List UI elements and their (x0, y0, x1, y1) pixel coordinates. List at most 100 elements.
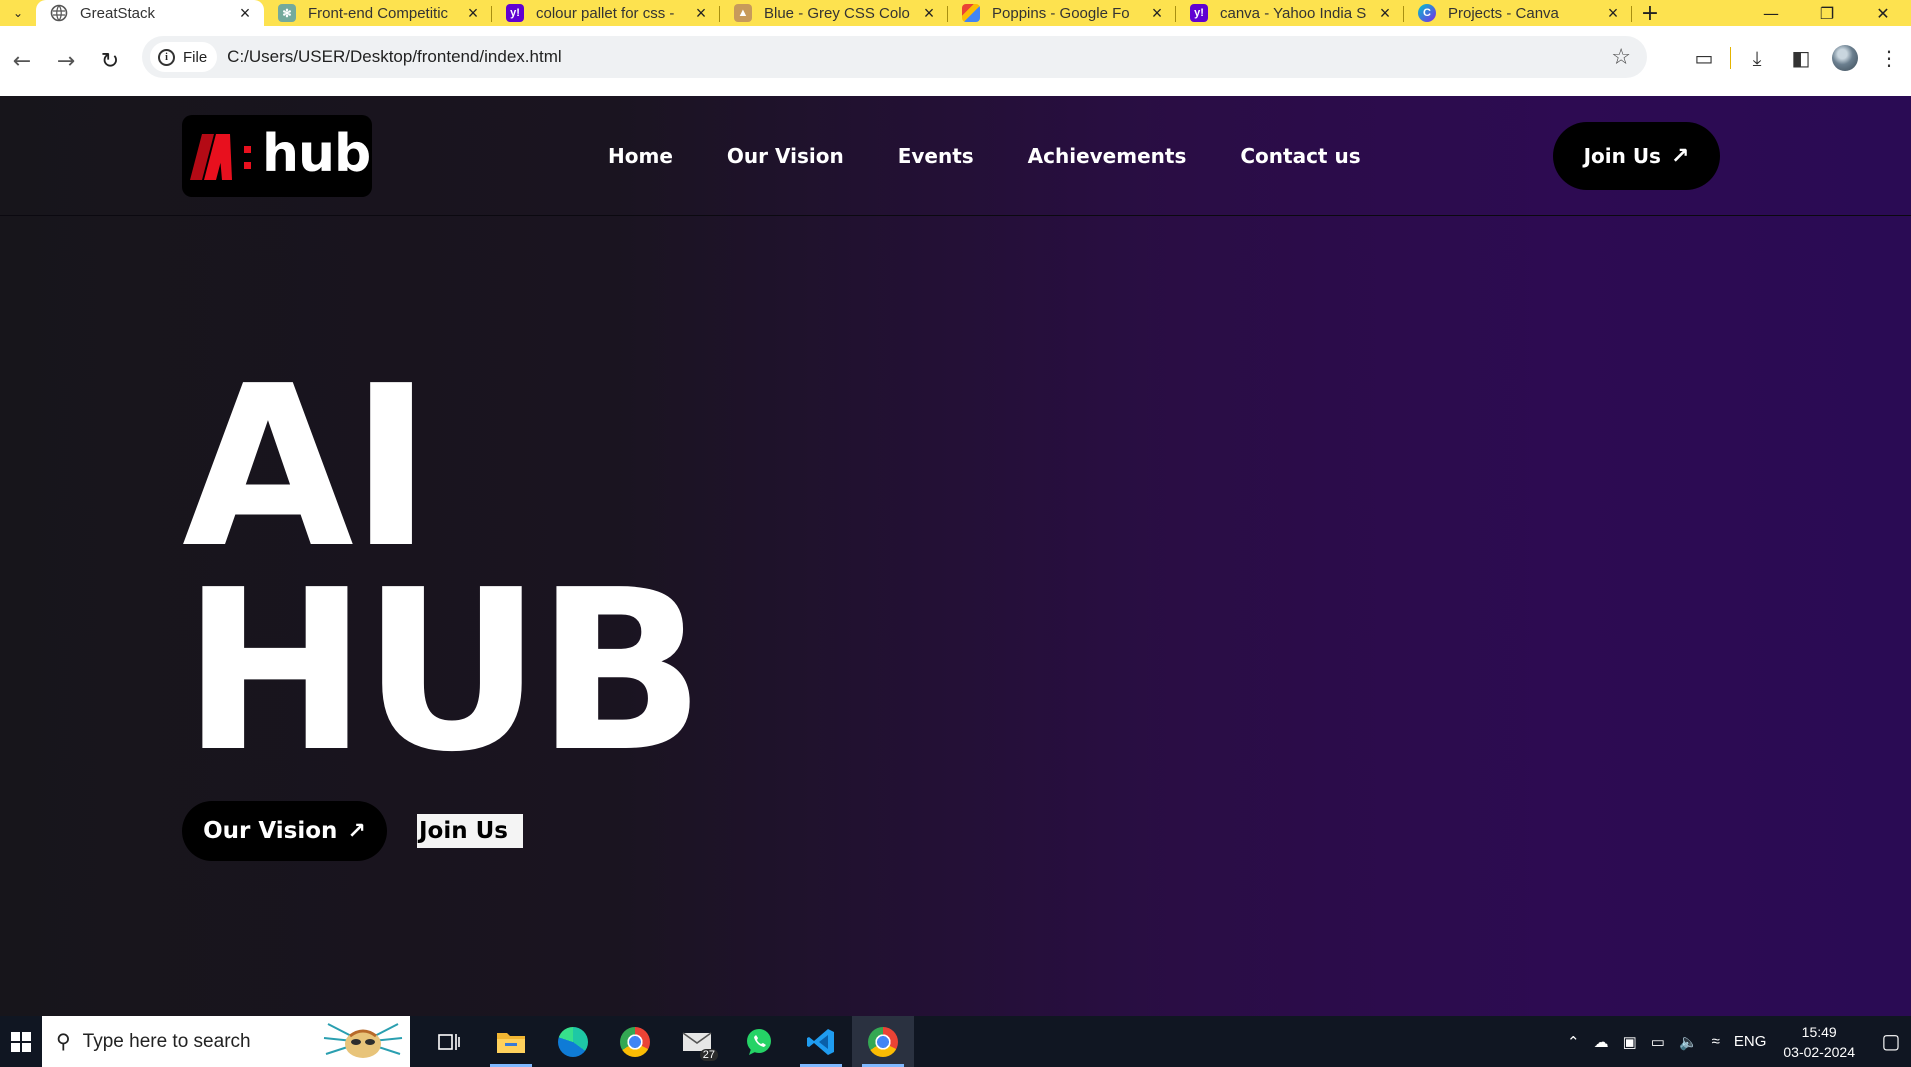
system-tray: ⌃ ☁ ▣ ▭ 🔈 ≈ ENG 15:49 03-02-2024 ▢ (1560, 1016, 1911, 1067)
nav-contact-us[interactable]: Contact us (1240, 144, 1360, 168)
tab-search-chevron-icon[interactable]: ⌄ (0, 0, 36, 26)
join-us-hero-button[interactable]: Join Us (417, 814, 523, 848)
volume-icon[interactable]: 🔈 (1679, 1033, 1698, 1051)
main-menu: Home Our Vision Events Achievements Cont… (608, 96, 1415, 216)
tab-projects-canva[interactable]: C Projects - Canva × (1404, 0, 1632, 26)
globe-icon (50, 4, 68, 22)
nav-events[interactable]: Events (898, 144, 974, 168)
close-tab-icon[interactable]: × (236, 3, 254, 24)
tab-colour-pallet[interactable]: y! colour pallet for css - × (492, 0, 720, 26)
nav-home[interactable]: Home (608, 144, 673, 168)
pinned-apps: 27 (418, 1016, 914, 1067)
windows-taskbar: ⚲ Type here to search 27 ⌃ ☁ ▣ ▭ 🔈 ≈ ENG… (0, 1016, 1911, 1067)
tab-blue-grey[interactable]: ▲ Blue - Grey CSS Colo × (720, 0, 948, 26)
nav-achievements[interactable]: Achievements (1028, 144, 1187, 168)
restore-icon[interactable]: ❐ (1799, 0, 1855, 26)
tab-title: GreatStack (80, 4, 156, 22)
windows-logo-icon (11, 1031, 31, 1052)
clock[interactable]: 15:49 03-02-2024 (1783, 1022, 1855, 1062)
close-tab-icon[interactable]: × (1148, 3, 1166, 24)
show-hidden-icons-chevron-icon[interactable]: ⌃ (1567, 1033, 1580, 1051)
minimize-icon[interactable]: — (1743, 0, 1799, 26)
close-tab-icon[interactable]: × (920, 3, 938, 24)
window-controls: — ❐ ✕ (1743, 0, 1911, 26)
close-tab-icon[interactable]: × (1376, 3, 1394, 24)
close-window-icon[interactable]: ✕ (1855, 0, 1911, 26)
tab-title: Projects - Canva (1448, 4, 1559, 22)
download-icon[interactable]: ⤓ (1735, 40, 1779, 76)
notifications-icon[interactable]: ▢ (1871, 1016, 1911, 1067)
profile-avatar[interactable] (1823, 40, 1867, 76)
toolbar-actions: ▭ ⤓ ◧ ⋮ (1682, 40, 1911, 76)
join-us-nav-button[interactable]: Join Us ↗ (1553, 122, 1720, 190)
search-highlight-mask-icon (323, 1023, 403, 1058)
join-us-label: Join Us (1583, 144, 1661, 168)
new-tab-button[interactable]: + (1632, 0, 1668, 26)
canva-icon: C (1418, 4, 1436, 22)
onedrive-cloud-icon[interactable]: ☁ (1594, 1033, 1609, 1051)
page-viewport: hub Home Our Vision Events Achievements … (0, 96, 1911, 1016)
yahoo-icon: y! (506, 4, 524, 22)
bookmark-star-icon[interactable]: ☆ (1611, 45, 1631, 70)
site-navbar: hub Home Our Vision Events Achievements … (0, 96, 1911, 216)
file-explorer-icon[interactable] (480, 1016, 542, 1067)
tab-title: Poppins - Google Fo (992, 4, 1130, 22)
battery-icon[interactable]: ▭ (1651, 1033, 1665, 1051)
forward-icon[interactable]: → (44, 39, 88, 83)
task-view-icon[interactable] (418, 1016, 480, 1067)
mail-icon[interactable]: 27 (666, 1016, 728, 1067)
tab-canva-yahoo[interactable]: y! canva - Yahoo India S × (1176, 0, 1404, 26)
language-indicator[interactable]: ENG (1734, 1033, 1767, 1050)
hero-line-1: AI (182, 339, 432, 597)
side-panel-icon[interactable]: ◧ (1779, 40, 1823, 76)
extensions-icon[interactable]: ▭ (1682, 40, 1726, 76)
security-shield-icon[interactable]: ▣ (1623, 1033, 1637, 1051)
info-icon: i (158, 48, 175, 66)
site-info-label: File (183, 48, 208, 66)
tab-title: colour pallet for css - (536, 4, 675, 22)
browser-toolbar: ← → ↻ i File C:/Users/USER/Desktop/front… (0, 26, 1911, 96)
nav-our-vision[interactable]: Our Vision (727, 144, 844, 168)
clock-time: 15:49 (1801, 1023, 1837, 1040)
tab-poppins[interactable]: Poppins - Google Fo × (948, 0, 1176, 26)
edge-icon[interactable] (542, 1016, 604, 1067)
chrome-icon[interactable] (604, 1016, 666, 1067)
wifi-icon[interactable]: ≈ (1712, 1033, 1720, 1050)
arrow-up-right-icon: ↗ (347, 818, 366, 844)
whatsapp-icon[interactable] (728, 1016, 790, 1067)
chatgpt-icon: ✻ (278, 4, 296, 22)
back-icon[interactable]: ← (0, 39, 44, 83)
logo-mark-icon (190, 134, 251, 180)
hero-line-2: HUB (182, 543, 705, 802)
close-tab-icon[interactable]: × (464, 3, 482, 24)
site-logo[interactable]: hub (182, 115, 372, 197)
close-tab-icon[interactable]: × (1604, 3, 1622, 24)
tab-title: Blue - Grey CSS Colo (764, 4, 910, 22)
mail-badge: 27 (699, 1049, 718, 1061)
google-fonts-icon (962, 4, 980, 22)
start-button[interactable] (0, 1016, 42, 1067)
site-info-chip[interactable]: i File (150, 42, 218, 72)
tab-title: Front-end Competitic (308, 4, 449, 22)
tab-greatstack[interactable]: GreatStack × (36, 0, 264, 26)
vscode-icon[interactable] (790, 1016, 852, 1067)
url-text[interactable]: C:/Users/USER/Desktop/frontend/index.htm… (227, 47, 561, 67)
tab-front-end[interactable]: ✻ Front-end Competitic × (264, 0, 492, 26)
our-vision-label: Our Vision (203, 818, 338, 844)
our-vision-button[interactable]: Our Vision ↗ (182, 801, 387, 861)
address-bar[interactable]: i File C:/Users/USER/Desktop/frontend/in… (142, 36, 1647, 78)
taskbar-search[interactable]: ⚲ Type here to search (42, 1016, 410, 1067)
logo-text: hub (262, 124, 371, 184)
menu-kebab-icon[interactable]: ⋮ (1867, 40, 1911, 76)
palette-icon: ▲ (734, 4, 752, 22)
toolbar-divider (1730, 47, 1731, 69)
search-icon: ⚲ (56, 1031, 71, 1053)
clock-date: 03-02-2024 (1783, 1043, 1855, 1060)
hero-title: AI HUB (182, 339, 705, 802)
tab-strip: ⌄ GreatStack × ✻ Front-end Competitic × … (0, 0, 1911, 26)
close-tab-icon[interactable]: × (692, 3, 710, 24)
reload-icon[interactable]: ↻ (88, 39, 132, 83)
yahoo-icon: y! (1190, 4, 1208, 22)
chrome-active-icon[interactable] (852, 1016, 914, 1067)
arrow-up-right-icon: ↗ (1670, 143, 1690, 169)
